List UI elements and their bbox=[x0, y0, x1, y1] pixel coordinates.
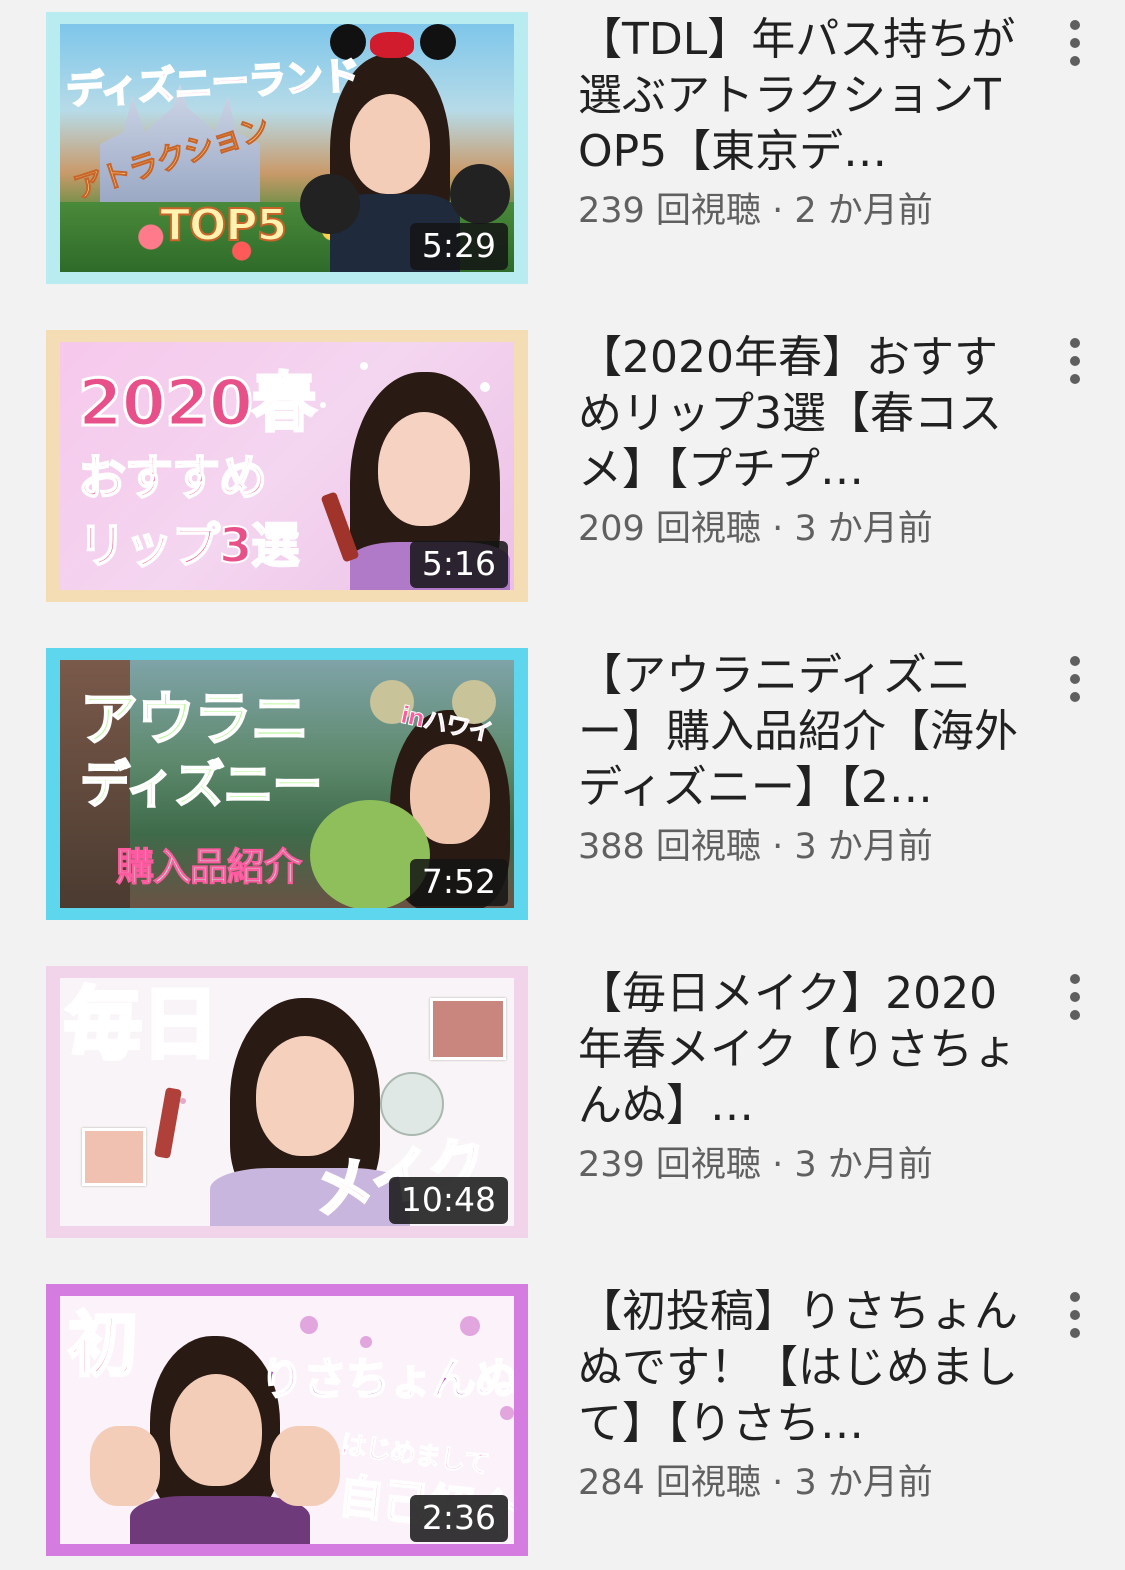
video-title[interactable]: 【アウラニディズニー】購入品紹介【海外ディズニー】【2… bbox=[578, 648, 1018, 816]
video-thumbnail[interactable]: 2020春 おすすめ リップ3選 5:16 bbox=[46, 330, 528, 602]
thumb-subline: りさちょんぬ bbox=[259, 1354, 514, 1405]
eyeshadow-palette bbox=[430, 998, 506, 1060]
powder-compact bbox=[380, 1072, 444, 1136]
upload-age: 3 か月前 bbox=[794, 509, 933, 549]
video-thumbnail[interactable]: 毎日 メイク 10:48 bbox=[46, 966, 528, 1238]
duration-badge: 5:16 bbox=[409, 541, 508, 588]
portrait-face bbox=[170, 1374, 262, 1486]
thumb-subline: おすすめ bbox=[77, 450, 268, 506]
duration-badge: 5:29 bbox=[409, 223, 508, 270]
video-meta: 239 回視聴 · 2 か月前 bbox=[578, 182, 933, 233]
sparkle bbox=[300, 1316, 318, 1334]
view-count: 388 回視聴 bbox=[578, 827, 761, 867]
view-count: 284 回視聴 bbox=[578, 1463, 761, 1503]
portrait-face bbox=[350, 94, 430, 194]
upload-age: 2 か月前 bbox=[794, 191, 933, 231]
more-vert-icon[interactable] bbox=[1060, 336, 1092, 386]
thumb-headline: 2020春 bbox=[76, 367, 317, 441]
meta-separator: · bbox=[760, 1145, 795, 1185]
blush-compact bbox=[82, 1128, 146, 1186]
video-item[interactable]: 2020春 おすすめ リップ3選 5:16 【2020年春】おすすめリップ3選【… bbox=[0, 318, 1125, 618]
upload-age: 3 か月前 bbox=[794, 827, 933, 867]
sparkle bbox=[460, 1316, 480, 1336]
thumb-headline: 初 bbox=[67, 1304, 140, 1386]
portrait-face bbox=[378, 412, 470, 526]
meta-separator: · bbox=[760, 191, 795, 231]
meta-separator: · bbox=[760, 509, 795, 549]
more-vert-icon[interactable] bbox=[1060, 972, 1092, 1022]
plush-mickey bbox=[450, 164, 510, 224]
video-meta: 388 回視聴 · 3 か月前 bbox=[578, 818, 933, 869]
plush-minnie bbox=[300, 174, 360, 234]
video-meta: 239 回視聴 · 3 か月前 bbox=[578, 1136, 933, 1187]
upload-age: 3 か月前 bbox=[794, 1463, 933, 1503]
lipstick bbox=[154, 1087, 182, 1159]
more-vert-icon[interactable] bbox=[1060, 18, 1092, 68]
meta-separator: · bbox=[760, 827, 795, 867]
more-vert-icon[interactable] bbox=[1060, 654, 1092, 704]
sparkle bbox=[320, 402, 326, 408]
duration-badge: 10:48 bbox=[388, 1177, 508, 1224]
upload-age: 3 か月前 bbox=[794, 1145, 933, 1185]
thumb-subline: リップ3選 bbox=[77, 518, 300, 574]
portrait-shirt bbox=[130, 1496, 310, 1544]
thumb-headline: アウラニ bbox=[79, 685, 310, 753]
hand-right bbox=[270, 1426, 340, 1506]
meta-separator: · bbox=[760, 1463, 795, 1503]
thumb-subline: 購入品紹介 bbox=[115, 845, 302, 889]
video-item[interactable]: 初 りさちょんぬ はじめまして 自己紹介 2:36 【初投稿】りさちょんぬです！… bbox=[0, 1272, 1125, 1570]
video-item[interactable]: アウラニ ディズニー 購入品紹介 inハワイ 7:52 【アウラニディズニー】購… bbox=[0, 636, 1125, 936]
sparkle bbox=[180, 1098, 186, 1104]
video-meta: 209 回視聴 · 3 か月前 bbox=[578, 500, 933, 551]
sparkle bbox=[480, 382, 490, 392]
video-title[interactable]: 【毎日メイク】2020年春メイク【りさちょんぬ】… bbox=[578, 966, 1018, 1134]
ear-right bbox=[420, 24, 456, 60]
video-list: ディズニーランド アトラクション TOP5 5:29 【TDL】年パス持ちが選ぶ… bbox=[0, 0, 1125, 1570]
view-count: 209 回視聴 bbox=[578, 509, 761, 549]
portrait-face bbox=[256, 1036, 354, 1156]
duration-badge: 7:52 bbox=[409, 859, 508, 906]
video-title[interactable]: 【初投稿】りさちょんぬです！【はじめまして】【りさち… bbox=[578, 1284, 1018, 1452]
thumb-rank: TOP5 bbox=[159, 200, 288, 251]
hand-left bbox=[90, 1426, 160, 1506]
sparkle bbox=[360, 1336, 372, 1348]
view-count: 239 回視聴 bbox=[578, 191, 761, 231]
thumb-headline: 毎日 bbox=[62, 980, 221, 1070]
duration-badge: 2:36 bbox=[409, 1495, 508, 1542]
video-meta: 284 回視聴 · 3 か月前 bbox=[578, 1454, 933, 1505]
sparkle bbox=[500, 1406, 514, 1420]
video-thumbnail[interactable]: 初 りさちょんぬ はじめまして 自己紹介 2:36 bbox=[46, 1284, 528, 1556]
more-vert-icon[interactable] bbox=[1060, 1290, 1092, 1340]
view-count: 239 回視聴 bbox=[578, 1145, 761, 1185]
video-title[interactable]: 【TDL】年パス持ちが選ぶアトラクションTOP5【東京デ… bbox=[578, 12, 1018, 180]
thumb-headline: ディズニーランド bbox=[64, 52, 361, 113]
video-title[interactable]: 【2020年春】おすすめリップ3選【春コスメ】【プチプ… bbox=[578, 330, 1018, 498]
video-item[interactable]: ディズニーランド アトラクション TOP5 5:29 【TDL】年パス持ちが選ぶ… bbox=[0, 0, 1125, 300]
video-thumbnail[interactable]: アウラニ ディズニー 購入品紹介 inハワイ 7:52 bbox=[46, 648, 528, 920]
video-item[interactable]: 毎日 メイク 10:48 【毎日メイク】2020年春メイク【りさちょんぬ】… 2… bbox=[0, 954, 1125, 1254]
thumb-subline: ディズニー bbox=[79, 756, 323, 814]
video-thumbnail[interactable]: ディズニーランド アトラクション TOP5 5:29 bbox=[46, 12, 528, 284]
sparkle bbox=[360, 362, 368, 370]
bow bbox=[370, 32, 414, 58]
